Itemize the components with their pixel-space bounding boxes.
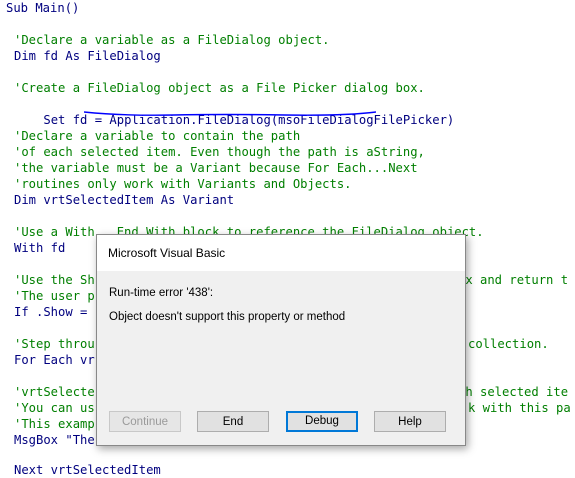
error-code-text: Run-time error '438': xyxy=(109,287,214,299)
code-line: For Each vr xyxy=(14,353,95,367)
code-line: If .Show = xyxy=(14,305,88,319)
dialog-titlebar[interactable]: Microsoft Visual Basic xyxy=(97,235,465,271)
code-line: MsgBox "The xyxy=(14,433,95,447)
error-dialog[interactable]: Microsoft Visual Basic Run-time error '4… xyxy=(96,234,466,446)
code-comment: 'Step throu xyxy=(14,337,95,351)
debug-button[interactable]: Debug xyxy=(286,411,358,432)
code-comment: ch selected ite xyxy=(458,385,569,399)
dialog-title: Microsoft Visual Basic xyxy=(108,246,226,260)
code-line: Dim fd As FileDialog xyxy=(14,49,161,63)
code-comment: k with this pa xyxy=(468,401,571,415)
error-message-text: Object doesn't support this property or … xyxy=(109,311,346,323)
code-comment: 'Declare a variable as a FileDialog obje… xyxy=(14,33,330,47)
code-comment: collection. xyxy=(468,337,549,351)
code-comment: 'Use the Sh xyxy=(14,273,95,287)
help-button[interactable]: Help xyxy=(374,411,446,432)
continue-button[interactable]: Continue xyxy=(109,411,181,432)
code-comment: ox and return t xyxy=(458,273,569,287)
code-line: Next vrtSelectedItem xyxy=(14,463,161,477)
code-comment: 'Declare a variable to contain the path xyxy=(14,129,301,143)
code-comment: 'vrtSelecte xyxy=(14,385,95,399)
code-comment: 'This examp xyxy=(14,417,95,431)
code-comment: 'Create a FileDialog object as a File Pi… xyxy=(14,81,425,95)
code-line: Dim vrtSelectedItem As Variant xyxy=(14,193,235,207)
end-button[interactable]: End xyxy=(197,411,269,432)
error-underline xyxy=(84,111,376,116)
code-line: With fd xyxy=(14,241,66,255)
code-line: Sub Main() xyxy=(6,1,80,15)
code-comment: 'of each selected item. Even though the … xyxy=(14,145,425,159)
code-comment: 'The user p xyxy=(14,289,95,303)
code-comment: 'You can us xyxy=(14,401,95,415)
dialog-body: Run-time error '438': Object doesn't sup… xyxy=(97,271,465,445)
code-comment: 'routines only work with Variants and Ob… xyxy=(14,177,352,191)
code-comment: 'the variable must be a Variant because … xyxy=(14,161,418,175)
